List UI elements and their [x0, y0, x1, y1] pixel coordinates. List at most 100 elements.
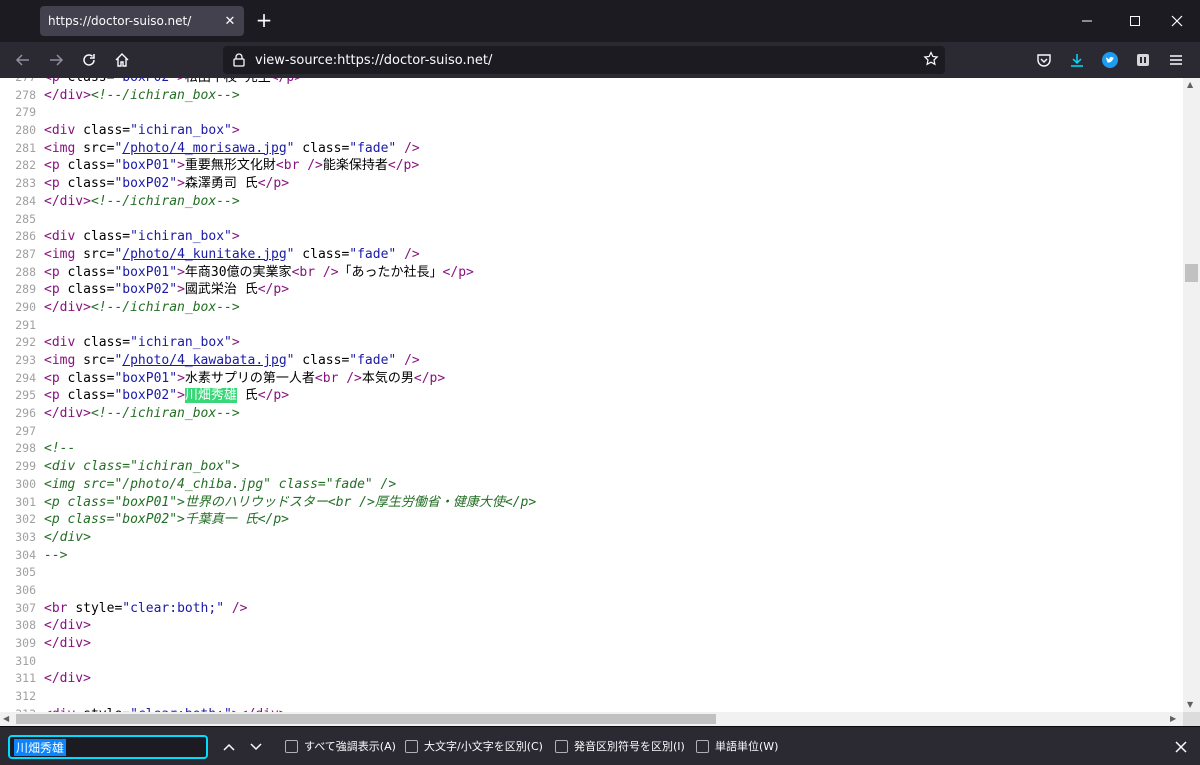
- line-number: 306: [15, 582, 36, 597]
- source-tag: </div>: [44, 636, 91, 651]
- reload-icon[interactable]: [75, 46, 103, 74]
- source-tag: <div: [44, 123, 84, 139]
- line-number: 309: [15, 636, 36, 650]
- tab-strip: https://doctor-suiso.net/ ✕ +: [0, 0, 1200, 42]
- extension-puzzle-icon[interactable]: [1129, 46, 1157, 74]
- menu-icon[interactable]: [1162, 46, 1190, 74]
- source-tag: </p>: [271, 78, 302, 85]
- source-tag: <div: [44, 335, 84, 351]
- lock-icon[interactable]: [227, 46, 251, 74]
- source-line: 287 <img src="/photo/4_kunitake.jpg" clas…: [0, 246, 1183, 264]
- source-comment: <p class="boxP02">千葉真一 氏</p>: [44, 512, 290, 528]
- source-attr-value: "ichiran_box": [130, 335, 232, 351]
- line-number: 278: [15, 87, 36, 102]
- source-tag: <p: [44, 176, 68, 192]
- source-line: 290 </div><!--/ichiran_box-->: [0, 299, 1183, 317]
- source-tag: >: [177, 78, 185, 85]
- match-case-label: 大文字/小文字を区別(C): [424, 740, 543, 753]
- source-comment: <!--/ichiran_box-->: [90, 299, 240, 315]
- window-close-icon[interactable]: [1154, 6, 1200, 36]
- source-lines: 277<p class="boxP02">松田千枝 先生</p>278</div…: [0, 78, 1183, 712]
- source-text: 國武栄治 氏: [184, 282, 258, 298]
- source-link[interactable]: /photo/4_kawabata.jpg: [122, 353, 286, 368]
- source-link[interactable]: /photo/4_kunitake.jpg: [122, 247, 286, 262]
- line-number: 299: [15, 459, 36, 474]
- source-line: 278 </div><!--/ichiran_box-->: [0, 87, 1183, 105]
- source-tag: />: [396, 246, 420, 262]
- back-arrow-icon[interactable]: [9, 46, 37, 74]
- scroll-left-icon[interactable]: ◀: [3, 714, 9, 723]
- twitter-extension-icon[interactable]: [1096, 46, 1124, 74]
- source-text: class=: [67, 264, 115, 280]
- line-number: 296: [15, 406, 36, 421]
- downloads-icon[interactable]: [1063, 46, 1091, 74]
- close-icon[interactable]: ✕: [216, 6, 244, 36]
- address-bar[interactable]: view-source:https://doctor-suiso.net/: [223, 46, 945, 74]
- forward-arrow-icon[interactable]: [42, 46, 70, 74]
- find-close-icon[interactable]: [1169, 735, 1193, 759]
- line-number: 288: [15, 264, 36, 279]
- highlight-all-option[interactable]: すべて強調表示(A): [285, 738, 396, 754]
- source-text: 森澤勇司 氏: [184, 176, 258, 192]
- find-next-icon[interactable]: [244, 735, 268, 759]
- source-comment: <!--/ichiran_box-->: [90, 87, 240, 103]
- source-line: 308 </div>: [0, 617, 1183, 635]
- line-number: 280: [15, 123, 36, 138]
- match-diacritics-option[interactable]: 発音区別符号を区別(I): [555, 738, 685, 754]
- scroll-right-icon[interactable]: ▶: [1170, 714, 1176, 723]
- source-tag: />: [396, 140, 420, 156]
- source-line: 284 </div><!--/ichiran_box-->: [0, 193, 1183, 211]
- bookmark-star-icon[interactable]: [923, 51, 939, 71]
- vertical-scrollbar[interactable]: ▲ ▼: [1183, 78, 1200, 712]
- source-tag: <img: [44, 140, 84, 156]
- vertical-scroll-thumb[interactable]: [1185, 264, 1198, 282]
- horizontal-scroll-thumb[interactable]: [16, 714, 716, 724]
- pocket-icon[interactable]: [1030, 46, 1058, 74]
- horizontal-scrollbar[interactable]: ◀ ▶: [0, 712, 1183, 726]
- maximize-icon[interactable]: [1112, 6, 1158, 36]
- line-number: 302: [15, 512, 36, 527]
- source-line: 295 <p class="boxP02">川畑秀雄 氏</p>: [0, 387, 1183, 405]
- source-line: 300 <img src="/photo/4_chiba.jpg" class="…: [0, 476, 1183, 494]
- line-number: 283: [15, 176, 36, 191]
- tab-active[interactable]: https://doctor-suiso.net/ ✕: [40, 6, 244, 36]
- source-tag: </p>: [257, 388, 290, 404]
- find-bar: 川畑秀雄 すべて強調表示(A) 大文字/小文字を区別(C) 発音区別符号を区別(…: [0, 726, 1200, 765]
- new-tab-icon[interactable]: +: [252, 8, 276, 34]
- line-number: 285: [15, 211, 36, 226]
- match-case-option[interactable]: 大文字/小文字を区別(C): [405, 738, 543, 754]
- find-previous-icon[interactable]: [217, 735, 241, 759]
- source-tag: >: [231, 335, 240, 351]
- source-line: 279: [0, 104, 1183, 122]
- source-attr-value: "fade": [349, 353, 397, 368]
- source-comment: <!--/ichiran_box-->: [90, 193, 240, 209]
- source-line: 291: [0, 317, 1183, 335]
- source-line: 282 <p class="boxP01">重要無形文化財<br />能楽保持者<…: [0, 157, 1183, 175]
- highlight-all-checkbox[interactable]: [285, 739, 298, 753]
- source-attr-value: "boxP02": [114, 282, 178, 298]
- source-tag: </div>: [44, 87, 91, 103]
- source-comment: -->: [44, 547, 68, 563]
- find-input[interactable]: 川畑秀雄: [8, 735, 208, 759]
- source-view[interactable]: 277<p class="boxP02">松田千枝 先生</p>278</div…: [0, 78, 1183, 712]
- source-line: 298 <!--: [0, 440, 1183, 458]
- source-tag: >: [177, 282, 185, 298]
- match-case-checkbox[interactable]: [405, 739, 418, 753]
- whole-words-checkbox[interactable]: [696, 739, 709, 753]
- whole-words-option[interactable]: 単語単位(W): [696, 738, 778, 754]
- source-line: 297: [0, 423, 1183, 441]
- source-text: class=: [294, 140, 350, 156]
- source-tag: <br />: [314, 370, 362, 386]
- source-line: 292 <div class="ichiran_box">: [0, 334, 1183, 352]
- scroll-down-icon[interactable]: ▼: [1187, 700, 1193, 709]
- source-tag: <br />: [275, 158, 323, 174]
- source-text: class=: [67, 78, 114, 85]
- scroll-up-icon[interactable]: ▲: [1187, 80, 1193, 89]
- source-link[interactable]: /photo/4_morisawa.jpg: [122, 141, 286, 156]
- source-line: 283 <p class="boxP02">森澤勇司 氏</p>: [0, 175, 1183, 193]
- line-number: 291: [15, 317, 36, 332]
- home-icon[interactable]: [108, 46, 136, 74]
- minimize-icon[interactable]: [1064, 6, 1110, 36]
- line-number: 303: [15, 529, 36, 544]
- match-diacritics-checkbox[interactable]: [555, 739, 568, 753]
